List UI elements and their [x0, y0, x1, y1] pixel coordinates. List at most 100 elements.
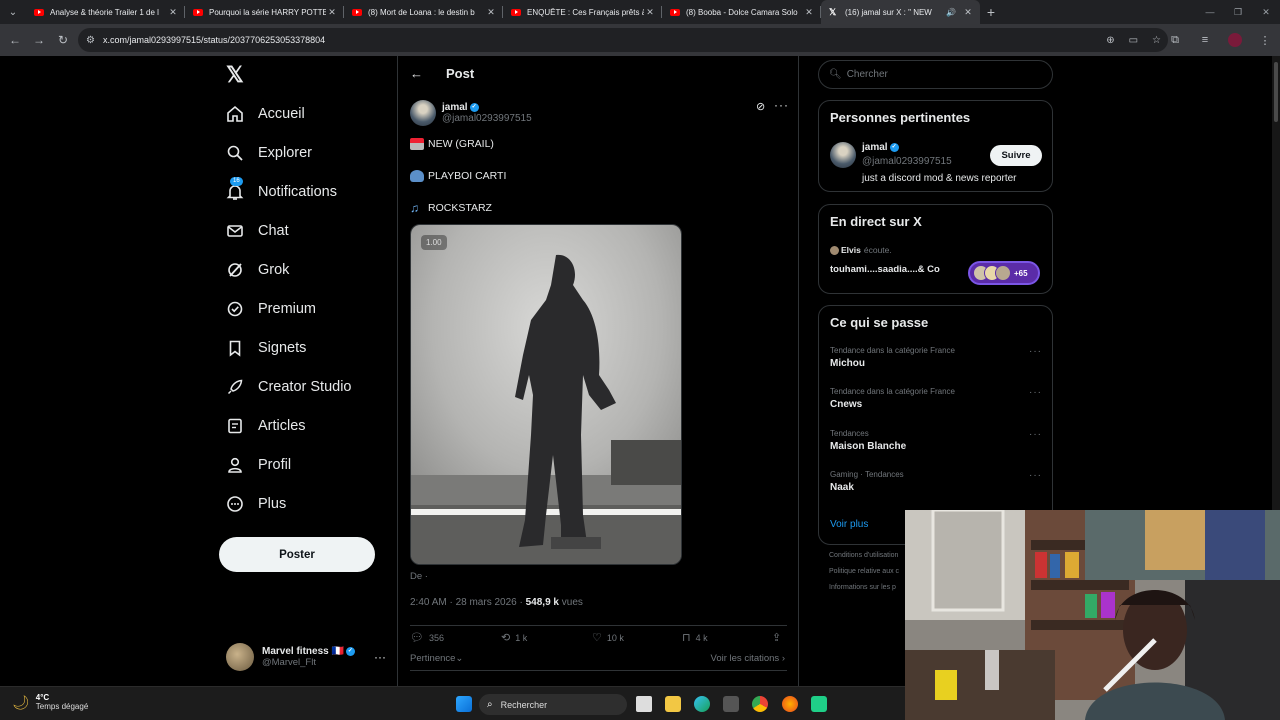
scrollbar-thumb[interactable] — [1274, 62, 1278, 122]
trend-item[interactable]: Tendance dans la catégorie France Michou… — [830, 346, 1042, 369]
trend-item[interactable]: Gaming · Tendances Naak ··· — [830, 470, 1042, 493]
new-tab-button[interactable]: + — [980, 4, 1002, 20]
post-author[interactable]: jamal ✓ @jamal0293997515 — [410, 100, 532, 126]
bookmark-button[interactable]: ⊓ 4 k — [682, 631, 708, 644]
avatar — [830, 245, 839, 255]
taskbar-search[interactable]: ⌕ Rechercher — [479, 694, 627, 715]
repost-button[interactable]: ⟲ 1 k — [501, 631, 527, 644]
close-icon[interactable]: ✕ — [803, 7, 815, 18]
more-icon[interactable]: ··· — [1029, 429, 1042, 440]
close-icon[interactable]: ✕ — [485, 7, 497, 18]
nav-item-notifications[interactable]: 16 Notifications — [226, 177, 337, 205]
url-text[interactable]: x.com/jamal0293997515/status/20377062530… — [103, 35, 1099, 45]
nav-item-chat[interactable]: Chat — [226, 218, 289, 244]
more-icon[interactable]: ··· — [1029, 387, 1042, 398]
weather-widget[interactable]: 🌙︎ 4°C Temps dégagé — [12, 693, 88, 711]
user-name[interactable]: jamal — [862, 142, 888, 153]
space-title[interactable]: touhami....saadia....& Co — [830, 264, 940, 275]
close-icon[interactable]: ✕ — [326, 7, 338, 18]
reload-icon[interactable]: ↻ — [51, 33, 75, 47]
firefox-icon[interactable] — [782, 696, 798, 712]
trend-item[interactable]: Tendance dans la catégorie France Cnews … — [830, 387, 1042, 410]
chrome-icon[interactable] — [752, 696, 768, 712]
sort-dropdown[interactable]: Pertinence⌄ — [410, 653, 463, 664]
browser-tab[interactable]: (8) Mort de Loana : le destin b ✕ — [344, 0, 503, 24]
app-icon[interactable] — [811, 696, 827, 712]
edge-icon[interactable] — [694, 696, 710, 712]
account-switcher[interactable]: Marvel fitness 🇫🇷 ✓ @Marvel_Flt ··· — [226, 642, 386, 672]
nav-item-grok[interactable]: Grok — [226, 257, 289, 283]
nav-item-profil[interactable]: Profil — [226, 452, 291, 478]
x-logo-icon[interactable]: 𝕏 — [226, 64, 248, 86]
author-handle[interactable]: @jamal0293997515 — [442, 113, 532, 124]
nav-item-premium[interactable]: Premium — [226, 296, 316, 322]
browser-tab[interactable]: Analyse & théorie Trailer 1 de l ✕ — [26, 0, 185, 24]
youtube-icon — [193, 8, 203, 16]
grok-explain-icon[interactable]: ⊘ — [756, 100, 765, 113]
minimize-icon[interactable]: — — [1196, 0, 1224, 24]
restore-icon[interactable]: ❐ — [1224, 0, 1252, 24]
back-icon[interactable]: ← — [3, 33, 27, 47]
trend-name: Michou — [830, 358, 865, 369]
share-button[interactable]: ⇪ — [772, 631, 786, 644]
media-controls-icon[interactable]: ≡ — [1190, 34, 1220, 46]
tab-search-icon[interactable]: ⌄ — [0, 0, 26, 24]
space-listeners-pill[interactable]: +65 — [968, 261, 1040, 285]
nav-item-plus[interactable]: Plus — [226, 491, 286, 517]
avatar[interactable] — [830, 142, 856, 168]
avatar[interactable] — [410, 100, 436, 126]
post-timestamp[interactable]: 2:40 AM · 28 mars 2026 · — [410, 597, 526, 608]
site-info-icon[interactable]: ⚙ — [86, 35, 95, 46]
profile-avatar[interactable] — [1228, 33, 1242, 47]
extensions-icon[interactable]: ⧉ — [1160, 34, 1190, 47]
browser-tab[interactable]: (8) Booba - Dolce Camara Solo ✕ — [662, 0, 821, 24]
post-button[interactable]: Poster — [219, 537, 375, 572]
browser-menu-icon[interactable]: ⋮ — [1250, 34, 1280, 47]
nav-item-articles[interactable]: Articles — [226, 413, 306, 439]
footer-link[interactable]: Politique relative aux c — [829, 568, 899, 575]
install-icon[interactable]: ⊕ — [1106, 35, 1114, 46]
reply-button[interactable]: 💬︎ 356 — [410, 631, 444, 644]
store-icon[interactable] — [723, 696, 739, 712]
address-bar[interactable]: ⚙ x.com/jamal0293997515/status/203770625… — [78, 28, 1168, 52]
cast-icon[interactable]: ▭ — [1129, 35, 1138, 46]
footer-link[interactable]: Conditions d'utilisation — [829, 552, 898, 559]
browser-tab[interactable]: ENQUÊTE : Ces Français prêts à ✕ — [503, 0, 662, 24]
browser-tab[interactable]: Pourquoi la série HARRY POTTE ✕ — [185, 0, 344, 24]
trend-name: Cnews — [830, 399, 863, 410]
home-icon — [226, 105, 244, 123]
close-icon[interactable]: ✕ — [644, 7, 656, 18]
windows-start-icon[interactable] — [456, 696, 472, 712]
post-video[interactable]: 1.00 — [410, 224, 682, 565]
nav-item-accueil[interactable]: Accueil — [226, 101, 305, 127]
live-spaces-card[interactable]: En direct sur X Elvis écoute. touhami....… — [818, 204, 1053, 294]
speaker-icon[interactable]: 🔊 — [946, 8, 956, 17]
forward-icon[interactable]: → — [27, 33, 51, 47]
task-view-icon[interactable] — [636, 696, 652, 712]
footer-link[interactable]: Informations sur les p — [829, 584, 896, 591]
author-name[interactable]: jamal — [442, 102, 468, 113]
quotes-link[interactable]: Voir les citations › — [711, 653, 785, 664]
more-icon[interactable]: ··· — [374, 650, 386, 664]
trend-item[interactable]: Tendances Maison Blanche ··· — [830, 429, 1042, 452]
nav-item-explorer[interactable]: Explorer — [226, 140, 312, 166]
follow-button[interactable]: Suivre — [990, 145, 1042, 166]
from-text: De — [410, 571, 423, 582]
more-icon[interactable]: ··· — [1029, 346, 1042, 357]
close-icon[interactable]: ✕ — [962, 7, 974, 18]
file-explorer-icon[interactable] — [665, 696, 681, 712]
back-arrow-icon[interactable]: ← — [410, 66, 430, 81]
like-button[interactable]: ♡ 10 k — [592, 631, 624, 644]
show-more-link[interactable]: Voir plus — [830, 519, 868, 530]
more-icon[interactable]: ··· — [774, 98, 789, 112]
person-silhouette-icon — [410, 170, 424, 182]
close-window-icon[interactable]: ✕ — [1252, 0, 1280, 24]
close-icon[interactable]: ✕ — [167, 7, 179, 18]
playback-rate[interactable]: 1.00 — [421, 235, 447, 250]
more-icon[interactable]: ··· — [1029, 470, 1042, 481]
nav-item-signets[interactable]: Signets — [226, 335, 306, 361]
user-handle[interactable]: @jamal0293997515 — [862, 156, 952, 167]
nav-item-creator-studio[interactable]: Creator Studio — [226, 374, 352, 400]
search-input[interactable]: 🔍︎ Chercher — [818, 60, 1053, 89]
browser-tab-active[interactable]: 𝕏 (16) jamal sur X : " NEW 🔊 ✕ — [821, 0, 980, 24]
